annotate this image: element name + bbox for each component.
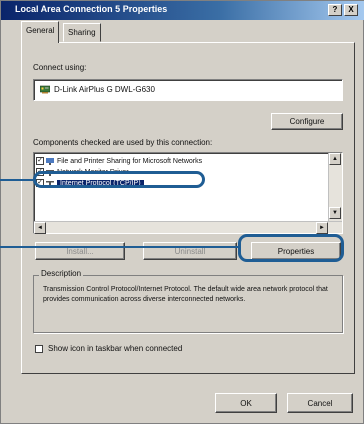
properties-dialog: Local Area Connection 5 Properties ? X G… xyxy=(0,0,364,424)
scroll-up-arrow-icon[interactable]: ▲ xyxy=(329,153,341,165)
tab-sharing[interactable]: Sharing xyxy=(63,23,101,42)
ok-button[interactable]: OK xyxy=(215,393,277,413)
help-button[interactable]: ? xyxy=(328,4,342,16)
properties-button-highlight xyxy=(238,234,344,262)
connect-using-label: Connect using: xyxy=(33,63,87,72)
cancel-button[interactable]: Cancel xyxy=(287,393,353,413)
uninstall-button[interactable]: Uninstall xyxy=(143,242,237,260)
components-label: Components checked are used by this conn… xyxy=(33,138,213,147)
description-label: Description xyxy=(39,269,84,278)
show-icon-label: Show icon in taskbar when connected xyxy=(48,344,183,353)
scroll-down-arrow-icon[interactable]: ▼ xyxy=(329,207,341,219)
show-icon-checkbox[interactable] xyxy=(35,344,43,353)
list-horizontal-scrollbar[interactable]: ◄ ► xyxy=(34,221,342,234)
tab-general[interactable]: General xyxy=(21,21,60,43)
tcp-ip-highlight xyxy=(33,171,205,188)
description-text: Transmission Control Protocol/Internet P… xyxy=(43,286,328,303)
install-button[interactable]: Install... xyxy=(35,242,125,260)
title-bar[interactable]: Local Area Connection 5 Properties ? X xyxy=(1,1,364,20)
list-item[interactable]: ✓ File and Printer Sharing for Microsoft … xyxy=(36,156,202,167)
list-vertical-scrollbar[interactable]: ▲ ▼ xyxy=(328,153,342,221)
scroll-right-arrow-icon[interactable]: ► xyxy=(316,222,328,234)
adapter-name: D-Link AirPlus G DWL-G630 xyxy=(54,85,155,94)
scroll-left-arrow-icon[interactable]: ◄ xyxy=(34,222,46,234)
network-adapter-icon xyxy=(39,85,51,94)
window-title: Local Area Connection 5 Properties xyxy=(15,4,168,14)
show-icon-row[interactable]: Show icon in taskbar when connected xyxy=(35,344,182,353)
close-button[interactable]: X xyxy=(344,4,358,16)
callout-pointer-line xyxy=(0,179,33,181)
components-list[interactable]: ✓ File and Printer Sharing for Microsoft … xyxy=(33,152,343,234)
callout-pointer-line xyxy=(0,246,238,248)
checkbox-file-printer-sharing[interactable]: ✓ xyxy=(36,157,44,166)
list-item-label: File and Printer Sharing for Microsoft N… xyxy=(57,158,203,165)
adapter-box: D-Link AirPlus G DWL-G630 xyxy=(33,79,343,101)
configure-button[interactable]: Configure xyxy=(271,113,343,130)
network-service-icon xyxy=(46,157,54,165)
